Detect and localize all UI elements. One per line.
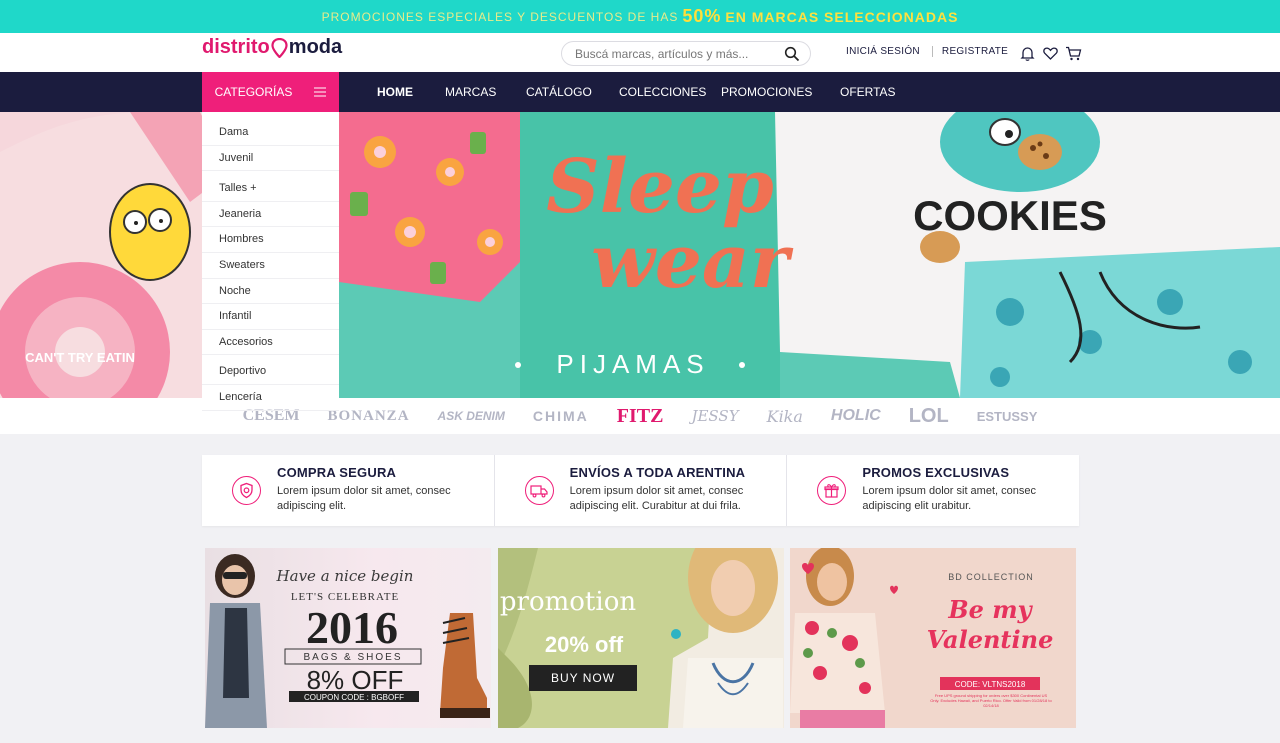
promo-text: Promociones especiales y descuentos de h…: [321, 9, 679, 24]
promo-percent: 50%: [682, 6, 722, 26]
search-bar: [561, 41, 811, 66]
feature-secure-purchase: COMPRA SEGURA Lorem ipsum dolor sit amet…: [202, 455, 495, 526]
logo-text-2: moda: [288, 36, 343, 58]
logo[interactable]: distrito moda: [202, 36, 342, 59]
categories-button[interactable]: CATEGORÍAS: [202, 72, 339, 112]
category-jeaneria[interactable]: Jeaneria: [202, 202, 339, 228]
brand-logo[interactable]: Kika: [753, 407, 817, 426]
banner-valentine-line1: Be my: [947, 595, 1033, 624]
banner-code: COUPON CODE : BGBOFF: [304, 693, 404, 702]
feature-desc-1: Lorem ipsum dolor sit amet, consec: [277, 485, 451, 497]
hero-subtitle: PIJAMAS: [556, 349, 709, 379]
categories-label: CATEGORÍAS: [214, 85, 293, 99]
nav-home[interactable]: HOME: [377, 72, 413, 112]
logo-text-1: distrito: [202, 36, 270, 58]
feature-shipping: ENVÍOS A TODA ARENTINA Lorem ipsum dolor…: [495, 455, 788, 526]
banner-valentine-code: CODE: VLTNS2018: [955, 680, 1026, 689]
banner-valentine-line2: Valentine: [927, 625, 1054, 654]
nav-catalogo[interactable]: CATÁLOGO: [526, 72, 592, 112]
category-infantil[interactable]: Infantil: [202, 304, 339, 330]
search-icon[interactable]: [784, 46, 800, 62]
feature-title: COMPRA SEGURA: [277, 465, 397, 480]
categories-panel: Dama Juvenil Talles + Jeaneria Hombres S…: [202, 112, 339, 411]
category-dama[interactable]: Dama: [202, 120, 339, 146]
bell-icon[interactable]: [1019, 45, 1036, 62]
banner-2016-graphic: Have a nice begin LET'S CELEBRATE 2016 B…: [205, 554, 490, 728]
brand-strip: CESEM BONANZA ASK DENIM CHIMA FITZ JESSY…: [0, 398, 1280, 434]
category-noche[interactable]: Noche: [202, 279, 339, 305]
category-talles[interactable]: Talles +: [202, 176, 339, 202]
nav-promociones[interactable]: PROMOCIONES: [721, 72, 812, 112]
promo-banner-valentine[interactable]: BD COLLECTION Be my Valentine CODE: VLTN…: [790, 548, 1076, 728]
cart-icon[interactable]: [1065, 45, 1082, 62]
banner-promotion-offer: 20% off: [545, 632, 624, 657]
category-hombres[interactable]: Hombres: [202, 227, 339, 253]
banner-collection: BD COLLECTION: [948, 572, 1034, 582]
feature-desc-2: adipiscing elit. Curabitur at dui frila.: [569, 500, 741, 512]
divider: [931, 46, 933, 57]
banner-fine-print: Free UPS ground shipping for orders over…: [930, 693, 1052, 708]
feature-desc-1: Lorem ipsum dolor sit amet, consec: [862, 485, 1036, 497]
banner-year: 2016: [306, 602, 398, 653]
hero-script-line1: Sleep: [546, 144, 773, 230]
category-accesorios[interactable]: Accesorios: [202, 330, 339, 356]
truck-icon: [524, 476, 554, 505]
hero-illustration: COOKIES Sleep wear PIJAMAS CAN'T TRY EAT…: [0, 112, 1280, 398]
brand-logo[interactable]: FITZ: [603, 405, 678, 428]
brand-logo[interactable]: ASK DENIM: [424, 409, 519, 423]
banner-valentine-graphic: BD COLLECTION Be my Valentine CODE: VLTN…: [790, 548, 1054, 728]
features-bar: COMPRA SEGURA Lorem ipsum dolor sit amet…: [202, 455, 1079, 526]
header: distrito moda INICIÁ SESIÓN REGISTRATE: [0, 33, 1280, 72]
category-lenceria[interactable]: Lencería: [202, 385, 339, 411]
nav-colecciones[interactable]: COLECCIONES: [619, 72, 706, 112]
menu-icon: [314, 87, 327, 97]
buy-now-button[interactable]: BUY NOW: [551, 671, 615, 685]
shield-icon: [232, 476, 261, 505]
hero-script-line2: wear: [591, 219, 794, 305]
location-pin-icon: [271, 37, 288, 58]
promo-bar[interactable]: Promociones especiales y descuentos de h…: [0, 0, 1280, 33]
brand-logo[interactable]: CHIMA: [519, 408, 603, 424]
promo-text-end: en marcas seleccionadas: [725, 8, 959, 25]
hero-banner[interactable]: COOKIES Sleep wear PIJAMAS CAN'T TRY EAT…: [0, 112, 1280, 398]
header-icons: [1019, 45, 1082, 62]
promo-banner-2016[interactable]: Have a nice begin LET'S CELEBRATE 2016 B…: [205, 548, 491, 728]
feature-desc-2: adipiscing elit.: [277, 500, 347, 512]
brand-logo[interactable]: LOL: [895, 405, 963, 428]
gift-icon: [817, 476, 847, 505]
register-link[interactable]: REGISTRATE: [942, 46, 1008, 57]
heart-icon[interactable]: [1042, 45, 1059, 62]
brand-logo[interactable]: HOLIC: [817, 407, 895, 425]
search-input[interactable]: [575, 46, 784, 61]
shirt-text: COOKIES: [913, 192, 1107, 239]
login-link[interactable]: INICIÁ SESIÓN: [846, 46, 920, 57]
category-sweaters[interactable]: Sweaters: [202, 253, 339, 279]
category-deportivo[interactable]: Deportivo: [202, 359, 339, 385]
feature-desc-2: adipiscing elit urabitur.: [862, 500, 972, 512]
brand-logo[interactable]: JESSY: [677, 407, 752, 425]
banner-promotion-graphic: promotion 20% off BUY NOW: [498, 548, 784, 728]
banner-category: BAGS & SHOES: [303, 652, 402, 663]
feature-title: ENVÍOS A TODA ARENTINA: [569, 465, 746, 480]
nav-marcas[interactable]: MARCAS: [445, 72, 496, 112]
promo-banner-20off[interactable]: promotion 20% off BUY NOW: [498, 548, 784, 728]
banner-offer: 8% OFF: [307, 665, 404, 695]
feature-promos: PROMOS EXCLUSIVAS Lorem ipsum dolor sit …: [787, 455, 1079, 526]
banner-promotion-title: promotion: [500, 587, 636, 617]
auth-links: INICIÁ SESIÓN REGISTRATE: [846, 46, 1008, 57]
brand-logo[interactable]: ESTUSSY: [963, 409, 1052, 424]
nav-ofertas[interactable]: OFERTAS: [840, 72, 896, 112]
category-juvenil[interactable]: Juvenil: [202, 146, 339, 172]
main-nav: CATEGORÍAS HOME MARCAS CATÁLOGO COLECCIO…: [0, 72, 1280, 112]
feature-desc-1: Lorem ipsum dolor sit amet, consec: [569, 485, 744, 497]
donut-text: CAN'T TRY EATIN: [25, 350, 135, 365]
feature-title: PROMOS EXCLUSIVAS: [862, 465, 1010, 480]
banner-tagline: Have a nice begin: [276, 567, 414, 585]
